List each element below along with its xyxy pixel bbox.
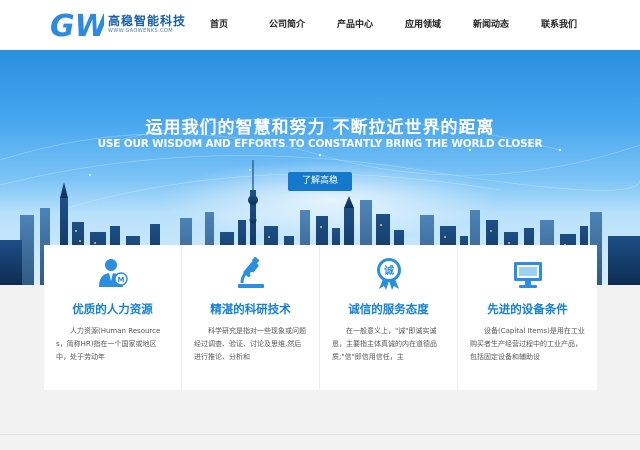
learn-more-button[interactable]: 了解高稳 <box>288 172 352 191</box>
svg-text:M: M <box>117 276 124 284</box>
microscope-icon <box>237 256 264 288</box>
integrity-badge-icon: 诚 <box>376 258 401 290</box>
card-description: 科学研究是指对一些现象或问题经过调查、验证、讨论及思维,然后进行推论、分析和 <box>194 327 306 361</box>
card-description: 在一般意义上，"诚"即诚实诚恳，主要指主体真诚的内在道德品质;"信"即信用信任，… <box>332 327 437 361</box>
monitor-icon <box>513 262 542 288</box>
card-title: 优质的人力资源 <box>72 302 153 316</box>
card-equipment[interactable]: 先进的设备条件 设备(Capital Items)是用在工业购买者生产经营过程中… <box>458 245 597 390</box>
logo[interactable]: GW 高稳智能科技 WWW.GAOWENKS.COM <box>50 6 200 44</box>
nav-home[interactable]: 首页 <box>185 0 253 50</box>
card-title: 诚信的服务态度 <box>348 302 429 316</box>
card-description: 设备(Capital Items)是用在工业购买者生产经营过程中的工业产品，包括… <box>470 327 585 361</box>
svg-text:诚: 诚 <box>384 264 394 277</box>
main-nav: 首页 公司简介 产品中心 应用领域 新闻动态 联系我们 <box>185 0 593 50</box>
person-medal-icon: M <box>98 259 128 287</box>
card-description: 人力资源(Human Resources，简称HR)指在一个国家或地区中，处于劳… <box>56 327 161 361</box>
logo-mark: GW <box>50 9 104 40</box>
card-service[interactable]: 诚 诚信的服务态度 在一般意义上，"诚"即诚实诚恳，主要指主体真诚的内在道德品质… <box>320 245 458 390</box>
feature-cards: M 优质的人力资源 人力资源(Human Resources，简称HR)指在一个… <box>44 245 597 390</box>
nav-applications[interactable]: 应用领域 <box>389 0 457 50</box>
banner-subtitle: USE OUR WISDOM AND EFFORTS TO CONSTANTLY… <box>97 138 543 150</box>
card-research[interactable]: 精湛的科研技术 科学研究是指对一些现象或问题经过调查、验证、讨论及思维,然后进行… <box>182 245 320 390</box>
nav-about[interactable]: 公司简介 <box>253 0 321 50</box>
card-title: 精湛的科研技术 <box>210 302 291 316</box>
card-human-resources[interactable]: M 优质的人力资源 人力资源(Human Resources，简称HR)指在一个… <box>44 245 182 390</box>
svg-text:GW: GW <box>50 9 104 40</box>
site-header: GW 高稳智能科技 WWW.GAOWENKS.COM 首页 公司简介 产品中心 … <box>0 0 640 50</box>
banner-title: 运用我们的智慧和努力 不断拉近世界的距离 <box>145 118 495 138</box>
divider <box>0 434 640 435</box>
nav-contact[interactable]: 联系我们 <box>525 0 593 50</box>
nav-products[interactable]: 产品中心 <box>321 0 389 50</box>
logo-company-name: 高稳智能科技 <box>108 14 187 28</box>
logo-website: WWW.GAOWENKS.COM <box>108 28 174 34</box>
card-title: 先进的设备条件 <box>487 302 568 316</box>
nav-news[interactable]: 新闻动态 <box>457 0 525 50</box>
